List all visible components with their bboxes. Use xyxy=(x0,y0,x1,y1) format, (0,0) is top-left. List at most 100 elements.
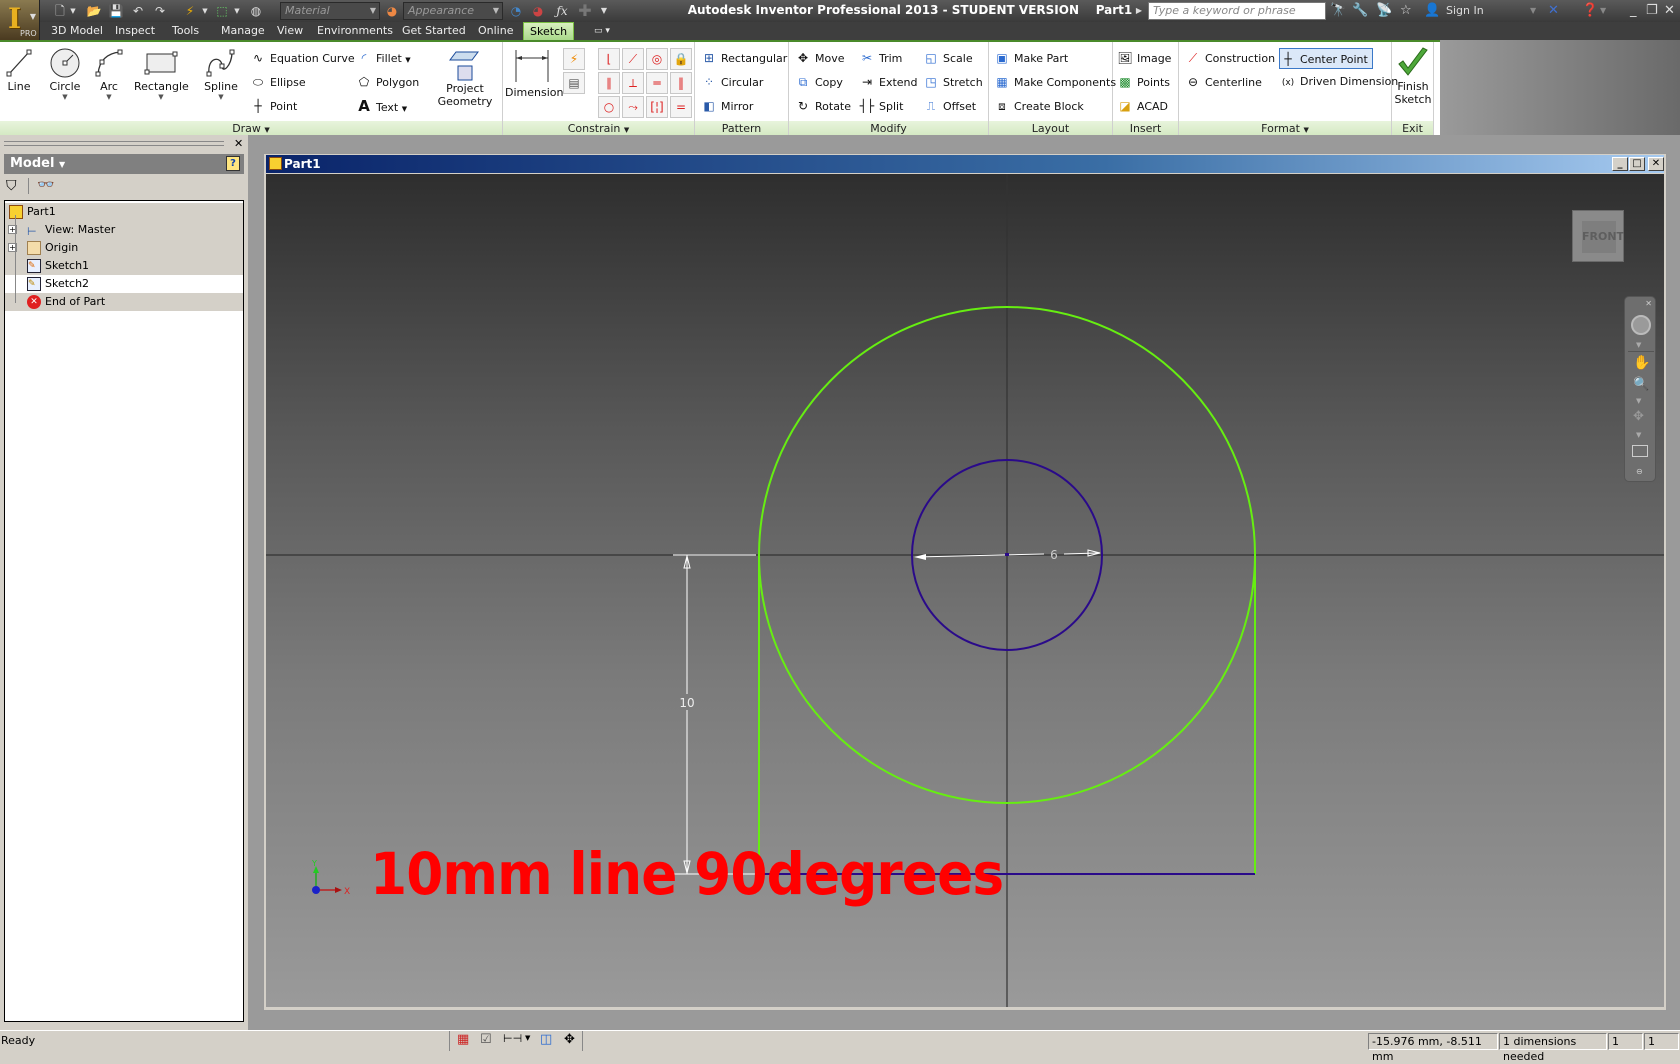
dimension-button[interactable]: Dimension xyxy=(505,46,563,99)
customize-qat-icon[interactable]: ▼ xyxy=(598,2,610,20)
close-icon[interactable]: ✕ xyxy=(1664,3,1675,19)
fillet-button[interactable]: ◜ Fillet ▼ xyxy=(356,48,411,68)
help-dropdown-icon[interactable]: ▼ xyxy=(1600,3,1606,19)
tab-3d-model[interactable]: 3D Model xyxy=(45,22,109,40)
wrench-icon[interactable]: 🔧 xyxy=(1352,3,1368,19)
stretch-button[interactable]: ◳ Stretch xyxy=(923,72,982,92)
fix-constraint-icon[interactable]: 🔒 xyxy=(670,48,692,70)
ellipse-button[interactable]: ⬭ Ellipse xyxy=(250,72,306,92)
tab-sketch[interactable]: Sketch xyxy=(523,22,575,40)
material-dropdown[interactable]: Material ▼ xyxy=(280,2,380,20)
parameters-fx-icon[interactable]: ƒx xyxy=(552,2,572,20)
application-menu-button[interactable]: I PRO ▼ xyxy=(0,0,40,40)
make-components-button[interactable]: ▦ Make Components xyxy=(994,72,1116,92)
close-browser-icon[interactable]: ✕ xyxy=(234,137,243,150)
chevron-down-icon[interactable]: ▼ xyxy=(1636,341,1641,349)
tangent-constraint-icon[interactable]: ○ xyxy=(598,96,620,118)
minimize-icon[interactable]: _ xyxy=(1630,3,1637,19)
update-dropdown-icon[interactable]: ▼ xyxy=(200,2,210,20)
select-dropdown-icon[interactable]: ▼ xyxy=(232,2,242,20)
find-binoculars-icon[interactable]: 👓 xyxy=(37,177,54,193)
symmetric-constraint-icon[interactable]: [¦] xyxy=(646,96,668,118)
appearance-dropdown[interactable]: Appearance ▼ xyxy=(403,2,503,20)
tree-item-origin[interactable]: + Origin xyxy=(5,239,243,257)
select-icon[interactable]: ⬚ xyxy=(212,2,232,20)
rectangle-button[interactable]: Rectangle ▼ xyxy=(134,46,189,101)
tab-tools[interactable]: Tools xyxy=(166,22,205,40)
tree-item-view-master[interactable]: + ⊢ View: Master xyxy=(5,221,243,239)
copy-button[interactable]: ⧉ Copy xyxy=(795,72,843,92)
horizontal-constraint-icon[interactable]: ═ xyxy=(646,72,668,94)
circle-button[interactable]: Circle ▼ xyxy=(46,46,84,101)
finish-sketch-button[interactable]: Finish Sketch xyxy=(1394,46,1432,106)
doc-close-button[interactable]: ✕ xyxy=(1648,157,1664,171)
help-icon[interactable]: ? xyxy=(226,156,240,171)
viewcube[interactable]: FRONT xyxy=(1572,210,1624,262)
create-block-button[interactable]: ⧈ Create Block xyxy=(994,96,1084,116)
extend-button[interactable]: ⇥ Extend xyxy=(859,72,918,92)
trim-button[interactable]: ✂ Trim xyxy=(859,48,902,68)
center-point-button[interactable]: ┼ Center Point xyxy=(1279,48,1373,69)
add-icon[interactable]: ✚ xyxy=(575,2,595,20)
restore-icon[interactable]: ❐ xyxy=(1646,3,1658,19)
image-button[interactable]: 🖼 Image xyxy=(1117,48,1171,68)
new-dropdown-icon[interactable]: ▼ xyxy=(68,2,78,20)
perpendicular-constraint-icon[interactable]: ⟂ xyxy=(622,72,644,94)
move-button[interactable]: ✥ Move xyxy=(795,48,845,68)
arc-button[interactable]: Arc ▼ xyxy=(92,46,126,101)
tree-item-sketch1[interactable]: ✎ Sketch1 xyxy=(5,257,243,275)
equation-curve-button[interactable]: ∿ Equation Curve xyxy=(250,48,355,68)
acad-button[interactable]: ◪ ACAD xyxy=(1117,96,1168,116)
text-button[interactable]: A Text ▼ xyxy=(356,96,407,116)
sign-in-link[interactable]: Sign In xyxy=(1446,3,1484,19)
orbit-icon[interactable]: ✥ xyxy=(1633,409,1644,424)
tab-view[interactable]: View xyxy=(271,22,309,40)
exchange-x-icon[interactable]: ✕ xyxy=(1548,3,1559,19)
slice-graphics-icon[interactable]: ◫ xyxy=(540,1032,552,1047)
chevron-down-icon[interactable]: ▼ xyxy=(525,1034,530,1042)
search-expand-icon[interactable]: ▶ xyxy=(1134,2,1144,20)
concentric-constraint-icon[interactable]: ◎ xyxy=(646,48,668,70)
tree-item-sketch2[interactable]: ✎ Sketch2 xyxy=(5,275,243,293)
center-point-marker[interactable] xyxy=(1005,553,1009,556)
line-button[interactable]: Line xyxy=(4,46,34,93)
dimension-vertical-value[interactable]: 10 xyxy=(679,696,694,710)
mirror-button[interactable]: ◧ Mirror xyxy=(701,96,753,116)
tab-get-started[interactable]: Get Started xyxy=(396,22,472,40)
spline-button[interactable]: Spline ▼ xyxy=(204,46,238,101)
chevron-down-icon[interactable]: ▼ xyxy=(1636,431,1641,439)
points-button[interactable]: ▩ Points xyxy=(1117,72,1170,92)
user-icon[interactable]: 👤 xyxy=(1424,3,1440,19)
save-icon[interactable]: 💾 xyxy=(106,2,126,20)
move-drag-icon[interactable]: ✥ xyxy=(564,1032,575,1047)
adjust-appearance-icon[interactable]: ◔ xyxy=(506,2,526,20)
vertical-constraint-icon[interactable]: ‖ xyxy=(670,72,692,94)
look-at-icon[interactable] xyxy=(1632,445,1648,457)
show-constraints-icon[interactable]: ▤ xyxy=(563,72,585,94)
offset-button[interactable]: ⎍ Offset xyxy=(923,96,976,116)
undo-icon[interactable]: ↶ xyxy=(128,2,148,20)
open-icon[interactable]: 📂 xyxy=(84,2,104,20)
doc-maximize-button[interactable]: □ xyxy=(1629,157,1645,171)
make-part-button[interactable]: ▣ Make Part xyxy=(994,48,1068,68)
panel-grip[interactable] xyxy=(4,141,224,146)
rectangular-pattern-button[interactable]: ⊞ Rectangular xyxy=(701,48,787,68)
customize-navbar-icon[interactable]: ⊖ xyxy=(1636,467,1643,476)
dimension-display-icon[interactable]: ⊢⊣ xyxy=(503,1032,522,1045)
project-geometry-button[interactable]: Project Geometry xyxy=(432,46,498,108)
circular-pattern-button[interactable]: ⁘ Circular xyxy=(701,72,763,92)
document-title-bar[interactable]: Part1 xyxy=(266,155,1664,173)
point-button[interactable]: ┼ Point xyxy=(250,96,297,116)
constraint-inference-icon[interactable]: ☑ xyxy=(480,1032,492,1047)
grid-snap-icon[interactable]: ▦ xyxy=(457,1032,469,1047)
favorites-star-icon[interactable]: ☆ xyxy=(1400,3,1412,19)
sign-in-dropdown-icon[interactable]: ▼ xyxy=(1530,3,1536,19)
parallel-constraint-icon[interactable]: ∥ xyxy=(598,72,620,94)
tree-item-end-of-part[interactable]: ✕ End of Part xyxy=(5,293,243,311)
clear-appearance-icon[interactable]: ◕ xyxy=(528,2,548,20)
tab-manage[interactable]: Manage xyxy=(215,22,271,40)
model-browser-header[interactable]: Model ▼ ? xyxy=(4,154,244,174)
steering-wheel-icon[interactable] xyxy=(1631,315,1651,335)
close-navbar-icon[interactable]: ✕ xyxy=(1645,299,1652,308)
ribbon-minimize-icon[interactable]: ▭ ▾ xyxy=(588,22,616,40)
